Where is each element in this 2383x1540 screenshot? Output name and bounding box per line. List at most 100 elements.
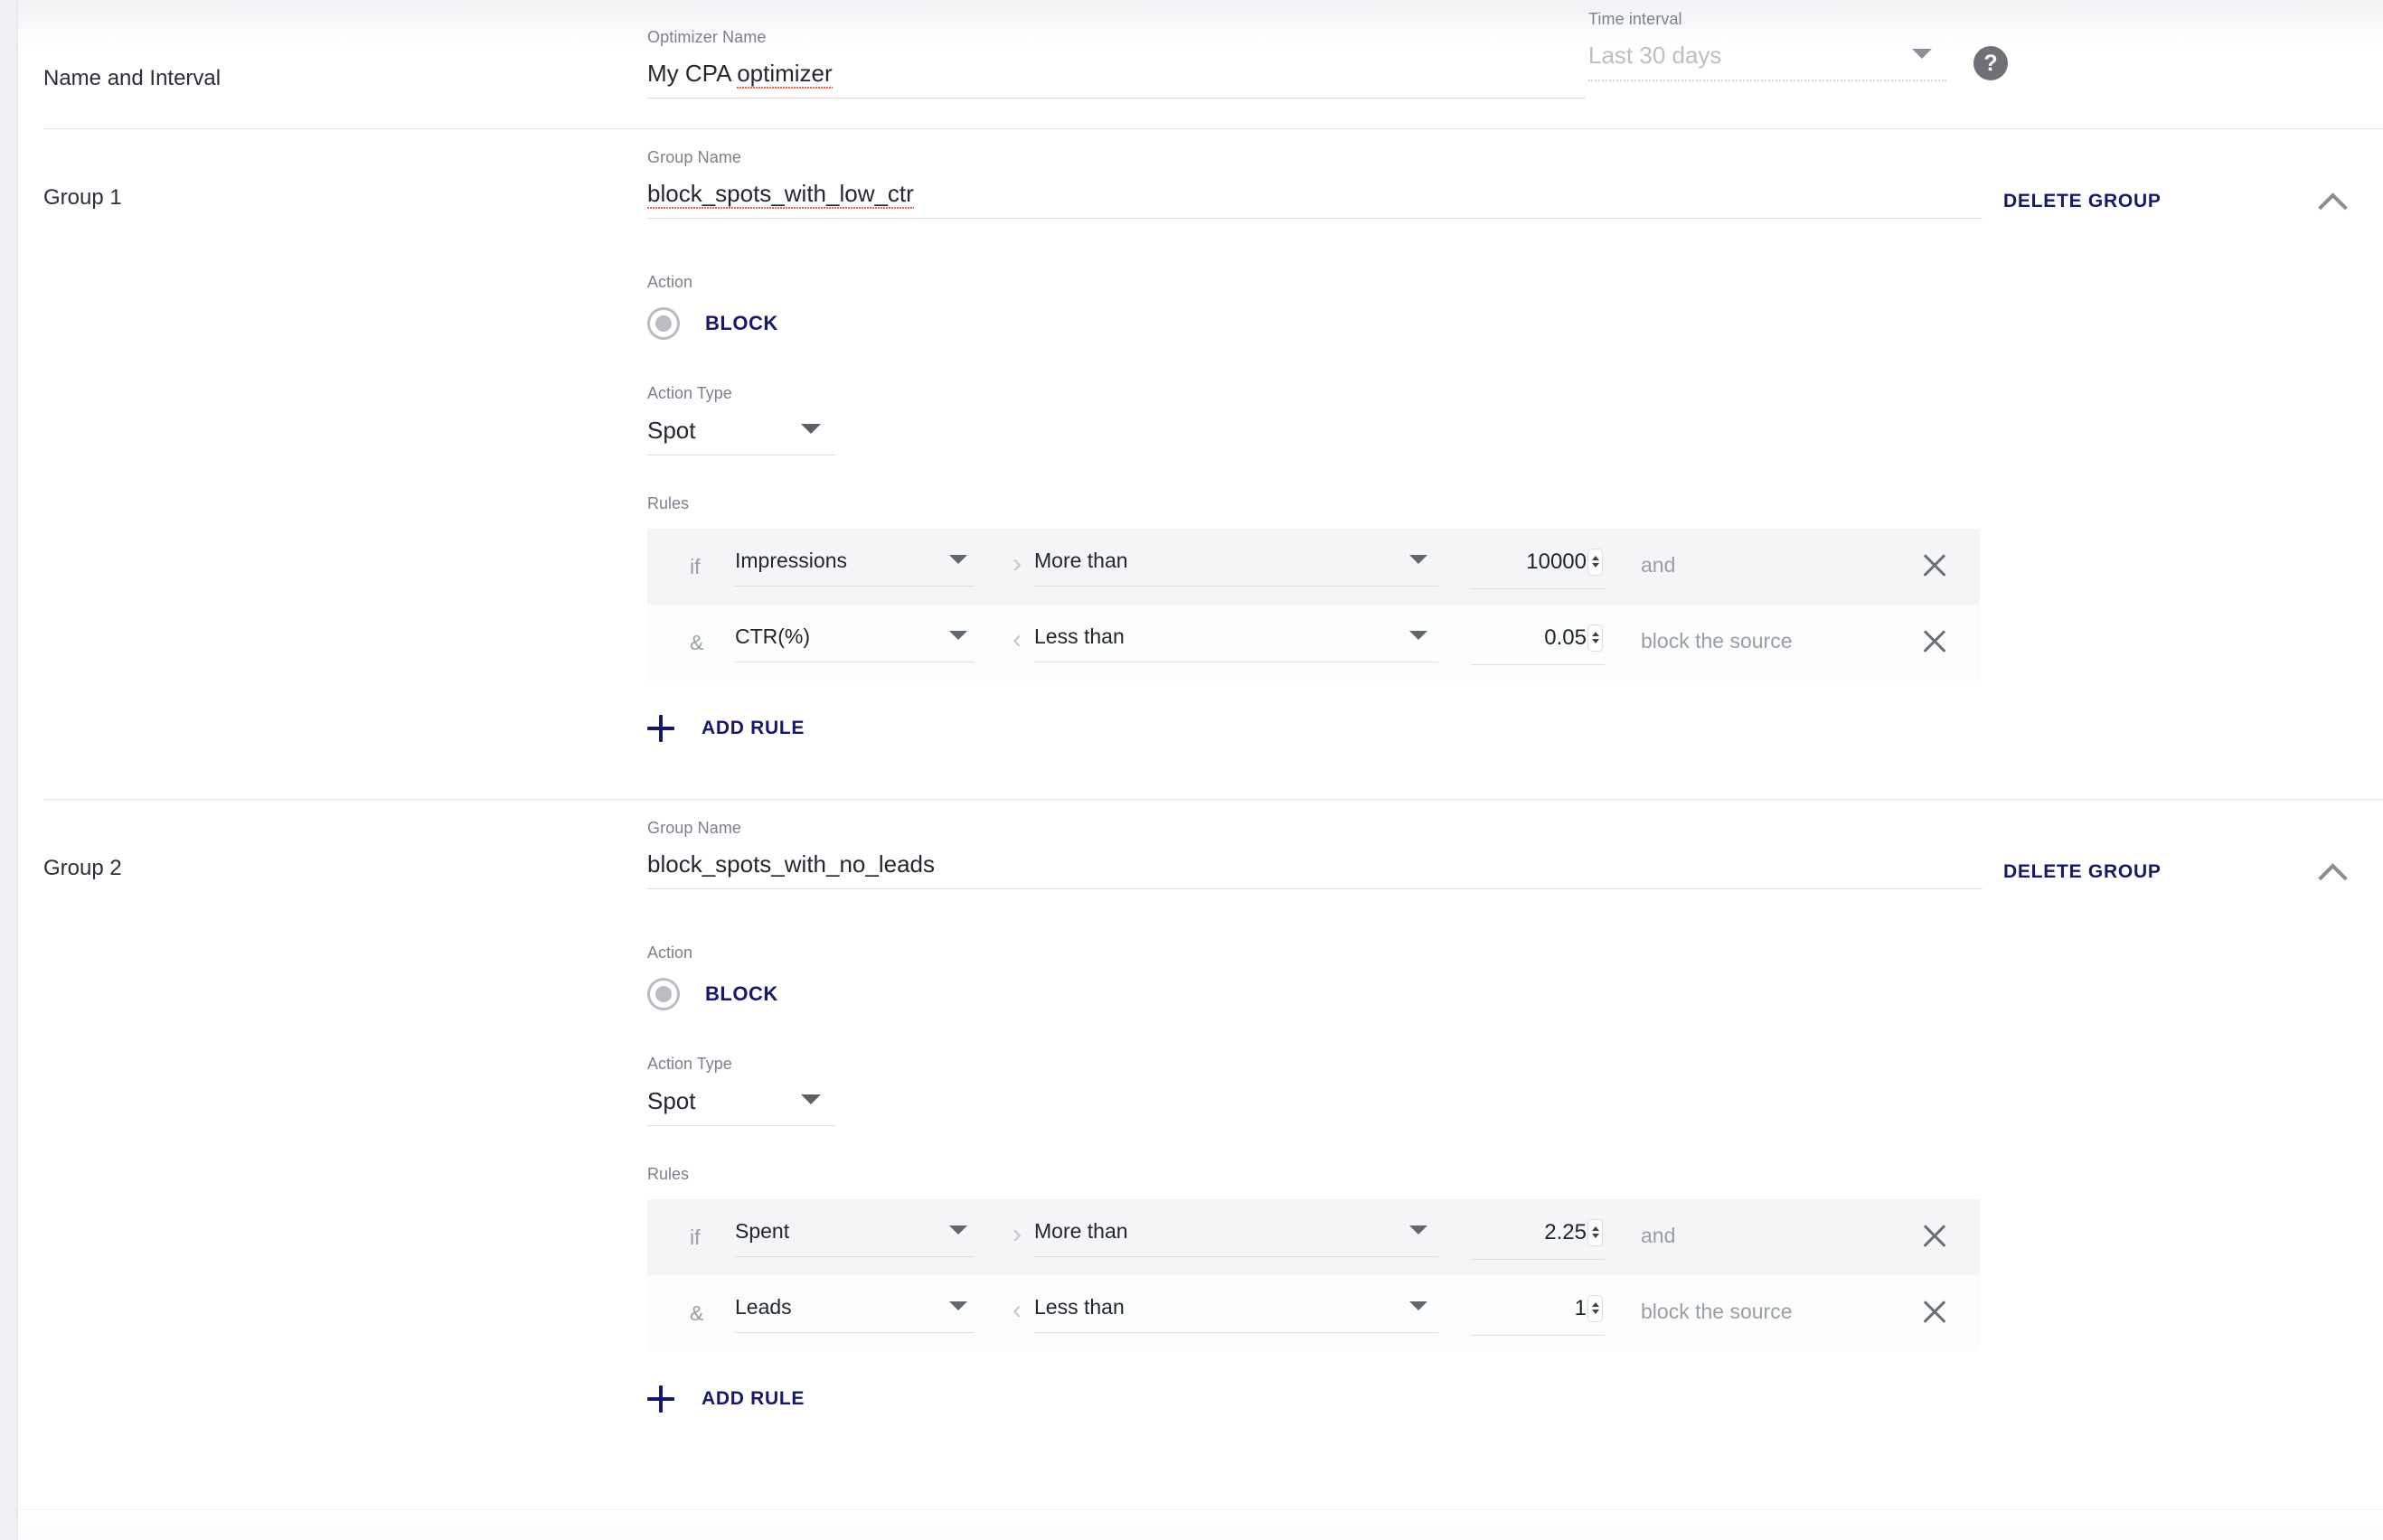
rule-value-input[interactable]: 10000 (1471, 545, 1605, 589)
action-radio-row-2[interactable]: BLOCK (647, 978, 2383, 1010)
stepper-down-icon[interactable] (1591, 563, 1599, 568)
content-area: Name and Interval Optimizer Name My CPA … (18, 0, 2383, 1540)
rule-operator-select[interactable]: More than (1034, 1217, 1438, 1257)
chevron-down-icon (949, 1225, 967, 1235)
chevron-down-icon (801, 1094, 821, 1104)
remove-rule-button[interactable] (1889, 551, 1980, 582)
action-radio-label-2: BLOCK (705, 982, 778, 1005)
chevron-down-icon (1409, 631, 1427, 640)
rule-value-number: 10000 (1526, 549, 1587, 574)
underline (1471, 1258, 1605, 1260)
rule-tail-text: block the source (1641, 1299, 1793, 1323)
rule-prefix: & (690, 1301, 704, 1325)
group-name-label: Group Name (647, 819, 742, 837)
rule-tail-text: and (1641, 1223, 1676, 1247)
rule-operator-value: More than (1034, 549, 1128, 572)
stepper-down-icon[interactable] (1591, 1310, 1599, 1314)
group-1-body: Action BLOCK Action Type Spot Rules if I… (18, 219, 2383, 742)
rule-value-input[interactable]: 1 (1471, 1291, 1605, 1336)
action-type-label-2: Action Type (647, 1055, 732, 1073)
group-2-body: Action BLOCK Action Type Spot Rules if S… (18, 889, 2383, 1413)
action-label-1: Action (647, 273, 693, 291)
rules-label-2: Rules (647, 1165, 690, 1183)
chevron-down-icon (801, 424, 821, 434)
plus-icon (647, 1385, 674, 1413)
underline (1471, 1334, 1605, 1336)
number-stepper[interactable] (1587, 548, 1603, 576)
rule-metric-value: CTR(%) (735, 624, 811, 648)
rules-label-1: Rules (647, 494, 690, 512)
chevron-up-icon-collapse-group-1[interactable] (2318, 187, 2349, 218)
remove-rule-button[interactable] (1889, 1222, 1980, 1253)
action-radio-block-2[interactable] (647, 978, 680, 1010)
delete-group-button-2[interactable]: DELETE GROUP (2003, 862, 2162, 881)
section-label-name-and-interval: Name and Interval (43, 66, 221, 90)
group-1-name-input[interactable]: block_spots_with_low_ctr (647, 182, 1985, 219)
group-2-name-input[interactable]: block_spots_with_no_leads (647, 852, 1985, 889)
number-stepper[interactable] (1587, 624, 1603, 652)
underline (735, 1332, 975, 1333)
rule-row: & Leads ‹ Less than 1 block the source (647, 1275, 1980, 1351)
remove-rule-button[interactable] (1889, 627, 1980, 658)
rule-metric-select[interactable]: Impressions (735, 547, 975, 587)
name-and-interval-section: Name and Interval Optimizer Name My CPA … (18, 0, 2383, 99)
rule-row: if Spent › More than 2.25 and (647, 1199, 1980, 1275)
chevron-up-icon-collapse-group-2[interactable] (2318, 858, 2349, 888)
chevron-down-icon (949, 555, 967, 564)
rule-metric-value: Leads (735, 1295, 792, 1319)
group-1-name-text: block_spots_with_low_ctr (647, 180, 914, 210)
stepper-up-icon[interactable] (1591, 556, 1599, 560)
comparison-glyph-icon: ‹ (1013, 1295, 1022, 1325)
group-2-name-field-group: Group Name block_spots_with_no_leads (647, 800, 1985, 889)
rule-metric-select[interactable]: CTR(%) (735, 623, 975, 662)
chevron-down-icon (1409, 1225, 1427, 1235)
chevron-down-icon (1409, 1301, 1427, 1310)
group-2-header-actions: DELETE GROUP (1964, 854, 2383, 888)
optimizer-name-underline (647, 98, 1586, 99)
stepper-up-icon[interactable] (1591, 1226, 1599, 1231)
rule-prefix: & (690, 630, 704, 654)
stepper-down-icon[interactable] (1591, 639, 1599, 643)
underline (735, 1256, 975, 1257)
rule-value-input[interactable]: 0.05 (1471, 621, 1605, 665)
action-radio-block-1[interactable] (647, 307, 680, 340)
close-icon (1920, 551, 1949, 580)
rule-tail-text: and (1641, 552, 1676, 577)
underline (735, 586, 975, 587)
help-icon[interactable]: ? (1973, 46, 2008, 80)
group-2-name-underline (647, 888, 1983, 889)
add-rule-label: ADD RULE (702, 1388, 805, 1409)
action-type-select-1[interactable]: Spot (647, 418, 835, 455)
rule-operator-select[interactable]: Less than (1034, 1293, 1438, 1333)
chevron-down-icon (1409, 555, 1427, 564)
group-1-name-underline (647, 218, 1983, 219)
spellcheck-word: optimizer (737, 60, 834, 89)
comparison-glyph-icon: ‹ (1013, 624, 1022, 654)
number-stepper[interactable] (1587, 1218, 1603, 1246)
rule-operator-value: Less than (1034, 624, 1125, 648)
optimizer-name-input[interactable]: My CPA optimizer (647, 61, 1587, 99)
underline (1471, 587, 1605, 589)
action-radio-row-1[interactable]: BLOCK (647, 307, 2383, 340)
time-interval-select[interactable]: Last 30 days (1588, 43, 1946, 81)
action-type-select-2[interactable]: Spot (647, 1089, 835, 1126)
group-2-title: Group 2 (43, 856, 122, 880)
rule-prefix: if (690, 554, 701, 578)
rule-metric-select[interactable]: Spent (735, 1217, 975, 1257)
rule-value-input[interactable]: 2.25 (1471, 1216, 1605, 1260)
delete-group-button-1[interactable]: DELETE GROUP (2003, 192, 2162, 211)
bottom-scroll-shadow (18, 1509, 2383, 1540)
stepper-down-icon[interactable] (1591, 1234, 1599, 1238)
stepper-up-icon[interactable] (1591, 632, 1599, 636)
add-rule-button-2[interactable]: ADD RULE (647, 1351, 918, 1413)
rule-metric-value: Spent (735, 1219, 790, 1243)
rule-operator-select[interactable]: Less than (1034, 623, 1438, 662)
stepper-up-icon[interactable] (1591, 1302, 1599, 1307)
rule-operator-select[interactable]: More than (1034, 547, 1438, 587)
rule-metric-select[interactable]: Leads (735, 1293, 975, 1333)
number-stepper[interactable] (1587, 1294, 1603, 1322)
add-rule-button-1[interactable]: ADD RULE (647, 681, 918, 742)
action-label-2: Action (647, 944, 693, 962)
remove-rule-button[interactable] (1889, 1298, 1980, 1329)
chevron-down-icon (949, 631, 967, 640)
